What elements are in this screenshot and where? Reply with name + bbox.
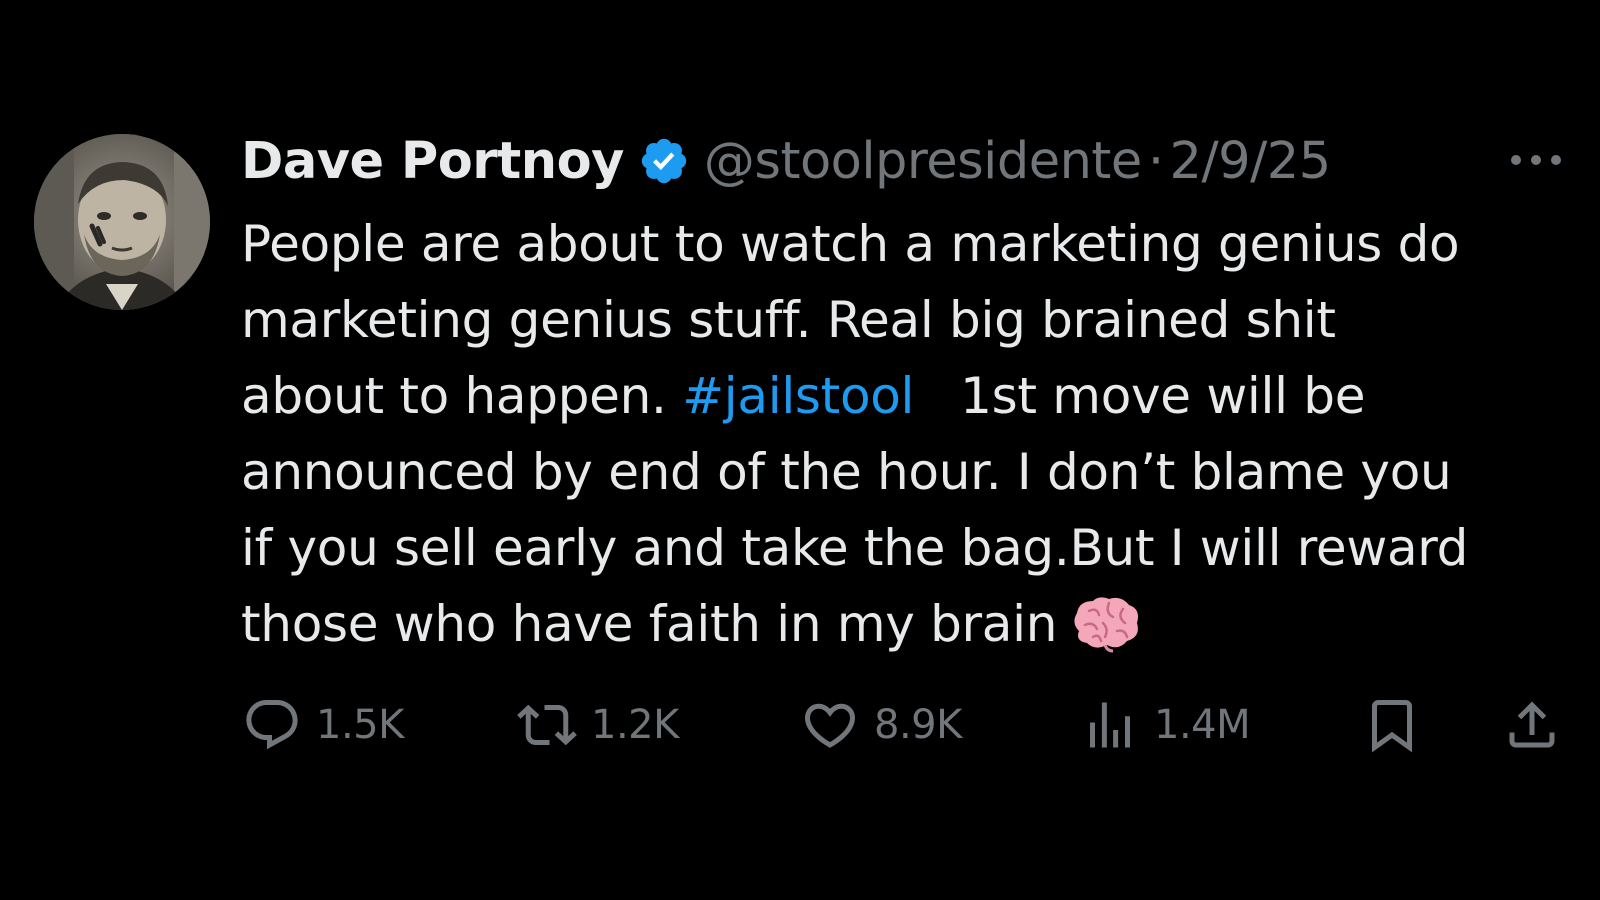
views-button[interactable]: 1.4M — [1080, 690, 1251, 760]
more-options-icon[interactable] — [1508, 150, 1564, 170]
tweet-text-segment: 1st move will be — [960, 367, 1366, 425]
tweet-text-segment: those who have faith in my brain — [241, 595, 1058, 653]
tweet-text-line: announced by end of the hour. I don’t bl… — [241, 443, 1452, 501]
hashtag-link[interactable]: #jailstool — [682, 367, 914, 425]
repost-count: 1.2K — [591, 702, 679, 748]
share-button[interactable] — [1502, 690, 1562, 760]
tweet-text-line: if you sell early and take the bag.But I… — [241, 519, 1469, 577]
view-count: 1.4M — [1154, 702, 1251, 748]
tweet-text-line: those who have faith in my brain — [241, 586, 1561, 662]
author-handle[interactable]: @stoolpresidente — [704, 132, 1142, 191]
verified-badge-icon[interactable] — [638, 135, 690, 187]
reply-button[interactable]: 1.5K — [242, 690, 404, 760]
views-chart-icon — [1090, 702, 1130, 748]
tweet[interactable]: Dave Portnoy @stoolpresidente · 2/9/25 P… — [0, 0, 1600, 900]
repost-button[interactable]: 1.2K — [517, 690, 679, 760]
avatar[interactable] — [34, 134, 210, 310]
display-name[interactable]: Dave Portnoy — [241, 132, 624, 191]
tweet-text-segment: about to happen. — [241, 367, 683, 425]
tweet-header: Dave Portnoy @stoolpresidente · 2/9/25 — [241, 126, 1331, 196]
tweet-text: People are about to watch a marketing ge… — [241, 206, 1561, 662]
reply-icon — [246, 700, 298, 750]
tweet-text-line: People are about to watch a marketing ge… — [241, 215, 1460, 273]
reply-count: 1.5K — [316, 702, 404, 748]
tweet-date[interactable]: 2/9/25 — [1170, 132, 1332, 191]
share-upload-icon — [1509, 701, 1555, 748]
repost-icon — [517, 704, 577, 746]
bookmark-icon — [1372, 700, 1412, 753]
tweet-text-line: marketing genius stuff. Real big brained… — [241, 291, 1336, 349]
action-bar: 1.5K 1.2K 8.9K 1.4M — [0, 690, 1600, 760]
header-separator: · — [1147, 131, 1164, 191]
brain-emoji-icon — [1069, 593, 1143, 653]
bookmark-button[interactable] — [1362, 690, 1422, 760]
like-button[interactable]: 8.9K — [800, 690, 962, 760]
heart-icon — [804, 703, 856, 748]
tweet-text-line: about to happen. #jailstool 1st move will… — [241, 358, 1561, 434]
profile-photo-icon — [34, 134, 210, 310]
like-count: 8.9K — [874, 702, 962, 748]
